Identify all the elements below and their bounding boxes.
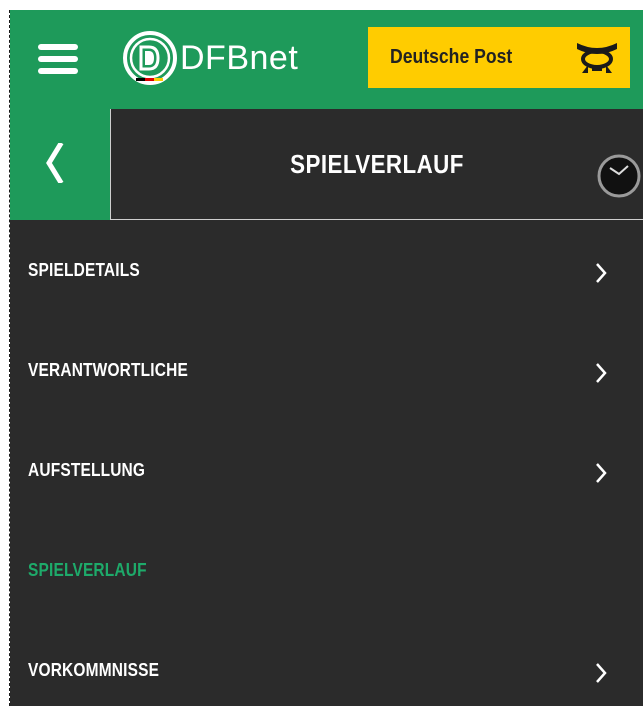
- menu-item-label: VORKOMMNISSE: [28, 660, 160, 680]
- back-button[interactable]: [10, 109, 111, 220]
- hamburger-icon[interactable]: [38, 44, 88, 80]
- chevron-right-icon: [596, 463, 607, 483]
- stopwatch-icon[interactable]: [593, 148, 643, 198]
- top-header: DFBnet Deutsche Post: [10, 10, 643, 109]
- menu-item-label: VERANTWORTLICHE: [28, 360, 188, 380]
- posthorn-icon: [577, 43, 617, 73]
- menu-item-label: SPIELVERLAUF: [28, 560, 147, 580]
- menu-item-spielverlauf[interactable]: SPIELVERLAUF: [10, 520, 643, 620]
- logo-text: DFBnet: [180, 38, 299, 77]
- menu-item-vorkommnisse[interactable]: VORKOMMNISSE: [10, 620, 643, 706]
- menu-item-verantwortliche[interactable]: VERANTWORTLICHE: [10, 320, 643, 420]
- menu-item-label: SPIELDETAILS: [28, 260, 140, 280]
- chevron-left-icon: [46, 143, 64, 183]
- sponsor-banner[interactable]: Deutsche Post: [368, 27, 630, 88]
- chevron-right-icon: [596, 263, 607, 283]
- app-container: DFBnet Deutsche Post SPIELVERLAUF SPIELD…: [10, 10, 643, 706]
- screenshot-frame: DFBnet Deutsche Post SPIELVERLAUF SPIELD…: [0, 0, 643, 706]
- menu-item-label: AUFSTELLUNG: [28, 460, 146, 480]
- dfb-logo-icon: [123, 31, 177, 85]
- menu-item-spieldetails[interactable]: SPIELDETAILS: [10, 220, 643, 320]
- sponsor-text: Deutsche Post: [390, 46, 513, 68]
- menu-item-aufstellung[interactable]: AUFSTELLUNG: [10, 420, 643, 520]
- chevron-right-icon: [596, 663, 607, 683]
- dfbnet-logo[interactable]: DFBnet: [122, 30, 298, 86]
- match-menu: SPIELDETAILS VERANTWORTLICHE AUFSTELLUNG…: [10, 220, 643, 706]
- page-title: SPIELVERLAUF: [290, 148, 464, 179]
- window-left-edge: [0, 10, 10, 706]
- chevron-right-icon: [596, 363, 607, 383]
- sub-header: SPIELVERLAUF: [10, 109, 643, 220]
